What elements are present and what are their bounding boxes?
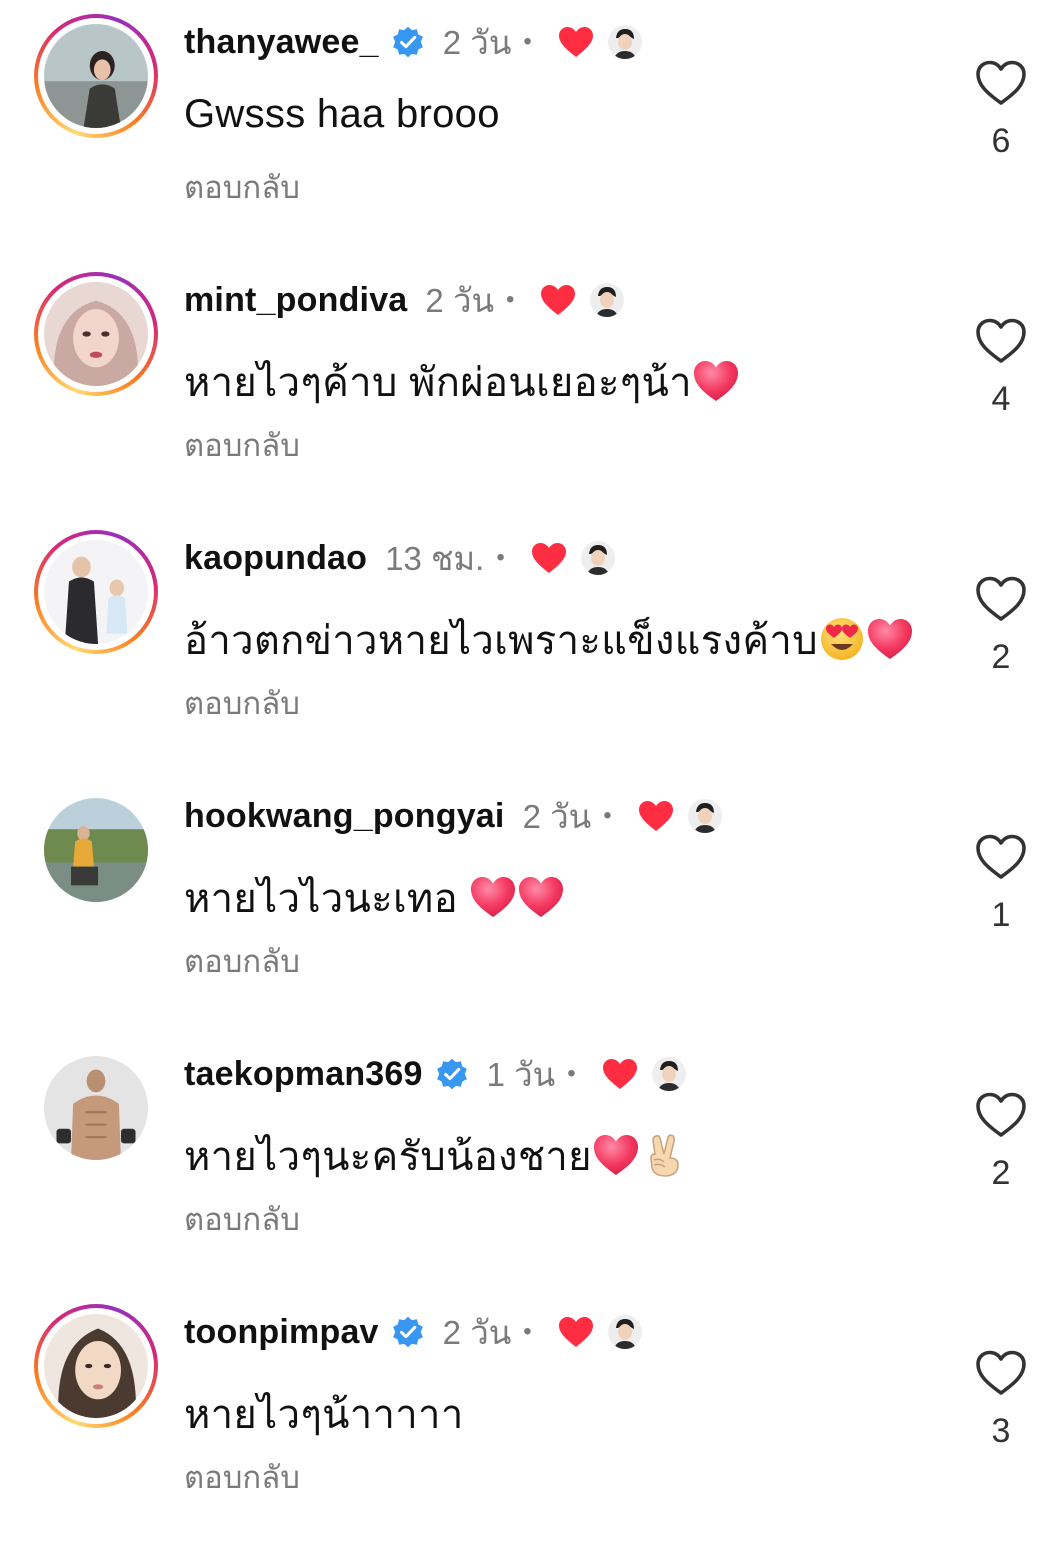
avatar[interactable] [34, 1304, 158, 1428]
creator-liked-heart-icon [558, 27, 593, 57]
avatar[interactable] [34, 14, 158, 138]
creator-liked-heart-icon [638, 801, 673, 831]
avatar-photo [44, 24, 148, 128]
comment-body: หายไวๆน้าาาาา [184, 1393, 464, 1437]
avatar-photo [44, 282, 148, 386]
comment-body: Gwsss haa brooo [184, 92, 500, 136]
comment-body: หายไวไวนะเทอ [184, 877, 470, 921]
username[interactable]: kaopundao [184, 539, 367, 578]
avatar[interactable] [34, 530, 158, 654]
heart-emoji-icon [519, 877, 564, 917]
like-heart-icon[interactable] [975, 576, 1027, 622]
like-column: 3 [972, 1350, 1030, 1451]
comment-item: kaopundao 13 ชม. • อ้าวตกข่าวหายไวเพราะแ… [0, 516, 1057, 774]
comment-body: หายไวๆค้าบ พักผ่อนเยอะๆน้า [184, 361, 692, 405]
victory-hand-emoji-icon [650, 1134, 679, 1177]
separator-dot: • [603, 802, 612, 829]
like-column: 4 [972, 318, 1030, 419]
comment-time: 2 วัน [425, 281, 495, 319]
creator-liked-heart-icon [541, 285, 576, 315]
like-heart-icon[interactable] [975, 318, 1027, 364]
username[interactable]: mint_pondiva [184, 281, 407, 320]
comment-time: 1 วัน [486, 1055, 556, 1093]
heart-emoji-icon [471, 877, 516, 917]
creator-liked-heart-icon [602, 1059, 637, 1089]
comment-text: หายไวๆนะครับน้องชาย [184, 1124, 688, 1188]
creator-avatar [590, 283, 625, 317]
creator-avatar [607, 25, 642, 59]
separator-dot: • [523, 28, 532, 55]
verified-badge-icon [392, 26, 423, 58]
avatar-photo [44, 1314, 148, 1418]
creator-liked-heart-icon [558, 1317, 593, 1347]
comment-item: taekopman369 1 วัน • หายไวๆนะครับน้องชาย [0, 1032, 1057, 1290]
heart-eyes-emoji-icon [820, 618, 863, 660]
separator-dot: • [523, 1318, 532, 1345]
like-heart-icon[interactable] [975, 60, 1027, 106]
creator-avatar [580, 541, 615, 575]
reply-button[interactable]: ตอบกลับ [184, 936, 300, 986]
username[interactable]: taekopman369 [184, 1055, 423, 1094]
verified-badge-icon [392, 1316, 423, 1348]
comment-item: mint_pondiva 2 วัน • หายไวๆค้าบ พักผ่อนเ… [0, 258, 1057, 516]
comment-time: 2 วัน [522, 797, 592, 835]
like-count: 1 [991, 896, 1011, 934]
comment-text: หายไวๆค้าบ พักผ่อนเยอะๆน้า [184, 350, 740, 414]
separator-dot: • [506, 286, 515, 313]
heart-emoji-icon [693, 361, 738, 401]
heart-emoji-icon [593, 1135, 638, 1175]
comment-body: หายไวๆนะครับน้องชาย [184, 1135, 592, 1179]
creator-avatar [651, 1057, 686, 1091]
avatar[interactable] [34, 272, 158, 396]
like-count: 3 [991, 1412, 1011, 1450]
comment-item: hookwang_pongyai 2 วัน • หายไวไวนะเทอ ตอ… [0, 774, 1057, 1032]
comment-item: toonpimpav 2 วัน • หายไวๆน้าาาาา ตอบกลับ… [0, 1290, 1057, 1548]
like-column: 2 [972, 1092, 1030, 1193]
comment-time: 2 วัน [442, 23, 512, 61]
heart-emoji-icon [867, 619, 912, 659]
reply-button[interactable]: ตอบกลับ [184, 420, 300, 470]
comment-text: หายไวไวนะเทอ [184, 866, 565, 930]
reply-button[interactable]: ตอบกลับ [184, 162, 300, 212]
like-column: 2 [972, 576, 1030, 677]
like-heart-icon[interactable] [975, 1350, 1027, 1396]
like-column: 1 [972, 834, 1030, 935]
comment-time: 13 ชม. [385, 539, 485, 577]
verified-badge-icon [436, 1058, 467, 1090]
reply-button[interactable]: ตอบกลับ [184, 1194, 300, 1244]
like-heart-icon[interactable] [975, 834, 1027, 880]
like-heart-icon[interactable] [975, 1092, 1027, 1138]
comment-text: อ้าวตกข่าวหายไวเพราะแข็งแรงค้าบ [184, 608, 914, 672]
username[interactable]: thanyawee_ [184, 23, 379, 62]
comment-item: thanyawee_ 2 วัน • Gwsss haa brooo ตอบกล… [0, 0, 1057, 258]
avatar-photo [44, 1056, 148, 1160]
separator-dot: • [496, 544, 505, 571]
like-count: 2 [991, 1154, 1011, 1192]
reply-button[interactable]: ตอบกลับ [184, 678, 300, 728]
avatar-photo [44, 540, 148, 644]
reply-button[interactable]: ตอบกลับ [184, 1452, 300, 1502]
creator-avatar [687, 799, 722, 833]
like-count: 4 [991, 380, 1011, 418]
creator-liked-heart-icon [531, 543, 566, 573]
comment-text: Gwsss haa brooo [184, 92, 500, 137]
like-count: 6 [991, 122, 1011, 160]
comment-text: หายไวๆน้าาาาา [184, 1382, 464, 1446]
avatar[interactable] [34, 788, 158, 912]
separator-dot: • [567, 1060, 576, 1087]
comment-body: อ้าวตกข่าวหายไวเพราะแข็งแรงค้าบ [184, 619, 818, 663]
avatar-photo [44, 798, 148, 902]
comment-time: 2 วัน [442, 1313, 512, 1351]
avatar[interactable] [34, 1046, 158, 1170]
creator-avatar [607, 1315, 642, 1349]
username[interactable]: hookwang_pongyai [184, 797, 505, 836]
like-column: 6 [972, 60, 1030, 161]
like-count: 2 [991, 638, 1011, 676]
username[interactable]: toonpimpav [184, 1313, 379, 1352]
